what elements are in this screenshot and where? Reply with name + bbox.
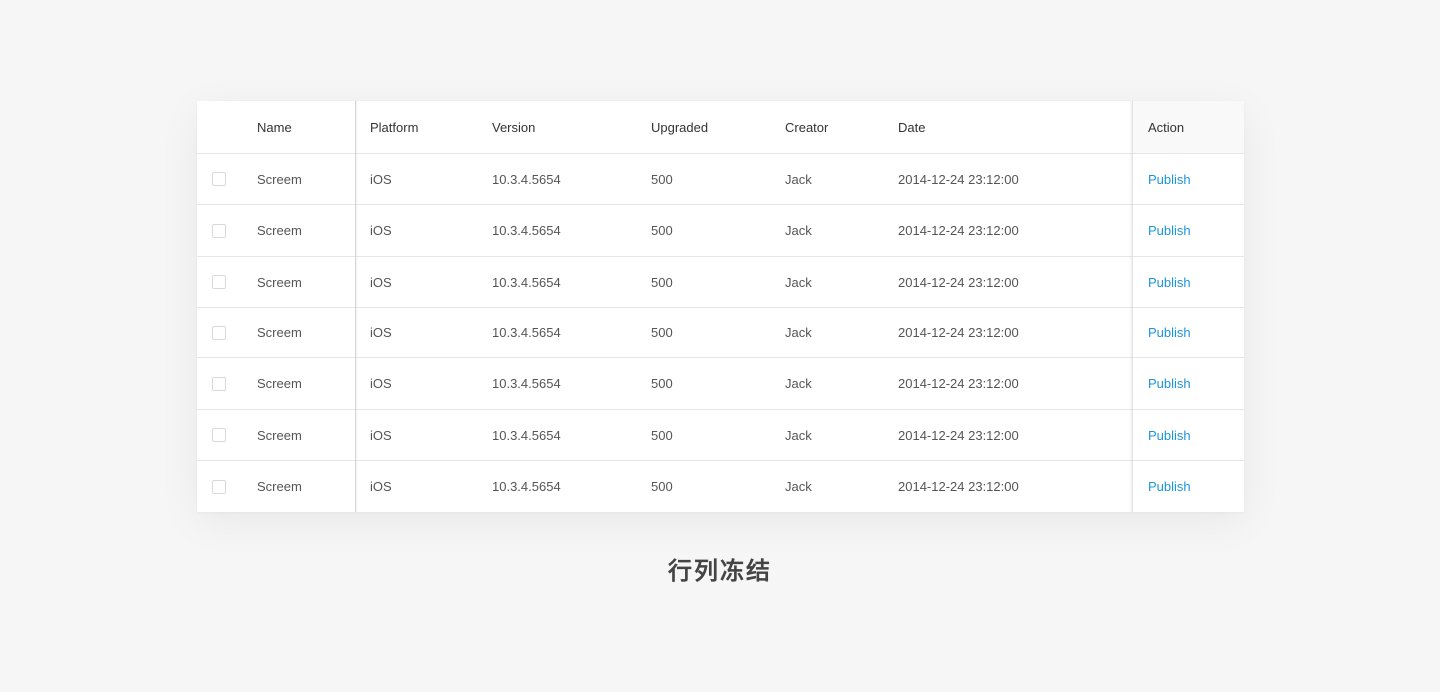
cell-action: Publish [1148, 308, 1191, 357]
row-checkbox-cell [212, 257, 242, 307]
cell-platform: iOS [370, 479, 392, 494]
publish-link[interactable]: Publish [1148, 223, 1191, 238]
cell-name: Screem [257, 223, 302, 238]
cell-action: Publish [1148, 410, 1191, 460]
publish-link[interactable]: Publish [1148, 479, 1191, 494]
row-checkbox[interactable] [212, 275, 226, 289]
column-header-platform[interactable]: Platform [370, 101, 418, 153]
cell-date: 2014-12-24 23:12:00 [898, 325, 1019, 340]
cell-date: 2014-12-24 23:12:00 [898, 274, 1019, 290]
cell-name: Screem [257, 171, 302, 187]
cell-name: Screem [257, 274, 302, 290]
row-checkbox-cell [212, 154, 242, 204]
cell-creator: Jack [785, 223, 812, 238]
column-header-action: Action [1148, 119, 1185, 135]
cell-version: 10.3.4.5654 [492, 479, 561, 494]
row-checkbox-cell [212, 205, 242, 256]
row-checkbox-cell [212, 461, 242, 512]
publish-link[interactable]: Publish [1148, 325, 1191, 340]
cell-action: Publish [1148, 257, 1191, 307]
cell-creator: Jack [785, 325, 812, 340]
row-checkbox[interactable] [212, 479, 226, 494]
cell-creator: Jack [785, 479, 812, 494]
cell-platform: iOS [370, 325, 392, 340]
cell-action: Publish [1148, 205, 1191, 256]
column-header-upgraded[interactable]: Upgraded [651, 101, 708, 153]
table-header-row: Name Platform Version Upgraded Creator D… [197, 101, 1244, 154]
publish-link[interactable]: Publish [1148, 376, 1191, 391]
row-checkbox[interactable] [212, 325, 226, 340]
publish-link[interactable]: Publish [1148, 428, 1191, 443]
cell-version: 10.3.4.5654 [492, 274, 561, 290]
row-checkbox-cell [212, 308, 242, 357]
table-row: Screem iOS 10.3.4.5654 500 Jack 2014-12-24 23… [197, 205, 1244, 257]
table-row: Screem iOS 10.3.4.5654 500 Jack 2014-12-24 23… [197, 308, 1244, 358]
cell-creator: Jack [785, 274, 812, 290]
cell-platform: iOS [370, 376, 392, 391]
cell-platform: iOS [370, 171, 392, 187]
cell-name: Screem [257, 479, 302, 494]
row-checkbox[interactable] [212, 428, 226, 442]
cell-version: 10.3.4.5654 [492, 376, 561, 391]
row-checkbox[interactable] [212, 376, 226, 391]
cell-date: 2014-12-24 23:12:00 [898, 223, 1019, 238]
cell-action: Publish [1148, 461, 1191, 512]
cell-upgraded: 500 [651, 325, 673, 340]
column-header-version[interactable]: Version [492, 101, 535, 153]
cell-date: 2014-12-24 23:12:00 [898, 376, 1019, 391]
column-header-name[interactable]: Name [257, 101, 292, 153]
cell-upgraded: 500 [651, 376, 673, 391]
cell-platform: iOS [370, 427, 392, 443]
table-row: Screem iOS 10.3.4.5654 500 Jack 2014-12-24 23… [197, 154, 1244, 205]
publish-link[interactable]: Publish [1148, 172, 1191, 187]
cell-date: 2014-12-24 23:12:00 [898, 479, 1019, 494]
page-caption: 行列冻结 [668, 557, 772, 585]
cell-upgraded: 500 [651, 223, 673, 238]
cell-action: Publish [1148, 154, 1191, 204]
cell-creator: Jack [785, 427, 812, 443]
cell-creator: Jack [785, 171, 812, 187]
cell-date: 2014-12-24 23:12:00 [898, 427, 1019, 443]
data-table: Name Platform Version Upgraded Creator D… [197, 101, 1244, 512]
cell-version: 10.3.4.5654 [492, 223, 561, 238]
table-row: Screem iOS 10.3.4.5654 500 Jack 2014-12-24 23… [197, 358, 1244, 410]
cell-name: Screem [257, 325, 302, 340]
cell-upgraded: 500 [651, 171, 673, 187]
cell-creator: Jack [785, 376, 812, 391]
row-checkbox[interactable] [212, 172, 226, 186]
cell-name: Screem [257, 427, 302, 443]
row-checkbox-cell [212, 410, 242, 460]
cell-platform: iOS [370, 274, 392, 290]
cell-version: 10.3.4.5654 [492, 427, 561, 443]
row-checkbox[interactable] [212, 223, 226, 238]
row-checkbox-cell [212, 358, 242, 409]
table-row: Screem iOS 10.3.4.5654 500 Jack 2014-12-24 23… [197, 461, 1244, 512]
cell-upgraded: 500 [651, 479, 673, 494]
cell-version: 10.3.4.5654 [492, 325, 561, 340]
cell-upgraded: 500 [651, 274, 673, 290]
table-row: Screem iOS 10.3.4.5654 500 Jack 2014-12-24 23… [197, 410, 1244, 461]
cell-upgraded: 500 [651, 427, 673, 443]
publish-link[interactable]: Publish [1148, 275, 1191, 290]
column-header-date[interactable]: Date [898, 101, 925, 153]
cell-action: Publish [1148, 358, 1191, 409]
table-row: Screem iOS 10.3.4.5654 500 Jack 2014-12-24 23… [197, 257, 1244, 308]
cell-platform: iOS [370, 223, 392, 238]
cell-version: 10.3.4.5654 [492, 171, 561, 187]
cell-date: 2014-12-24 23:12:00 [898, 171, 1019, 187]
cell-name: Screem [257, 376, 302, 391]
column-header-creator[interactable]: Creator [785, 101, 828, 153]
